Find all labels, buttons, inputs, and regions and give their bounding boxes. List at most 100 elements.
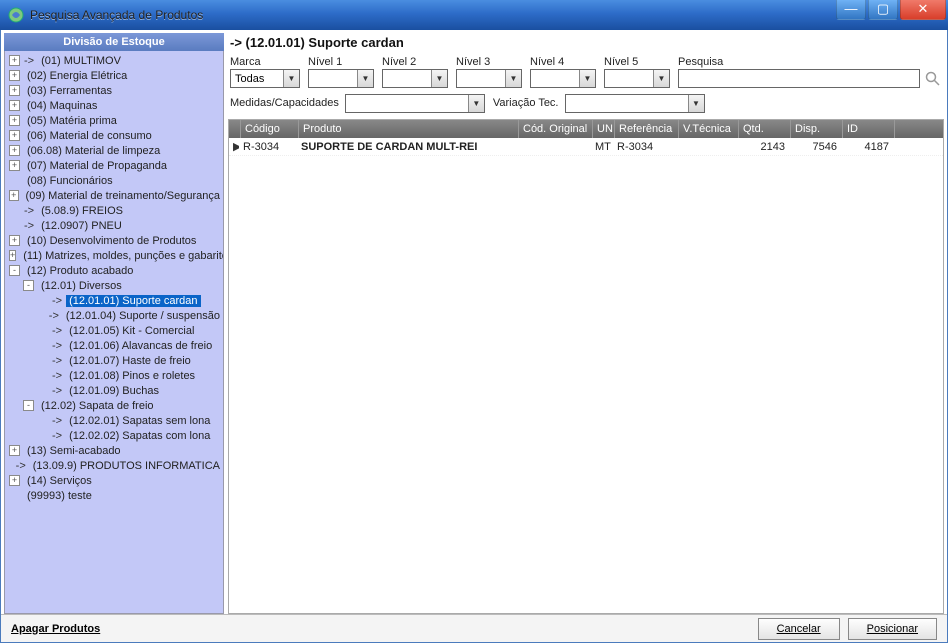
tree-item[interactable]: + (11) Matrizes, moldes, punções e gabari… [5, 248, 223, 263]
filter-row-1: Marca Todas▼ Nível 1 ▼ Nível 2 ▼ Nível 3… [228, 56, 944, 94]
tree-item-label: (12.01.08) Pinos e roletes [66, 370, 198, 382]
arrow-icon: -> [52, 430, 62, 442]
tree-item[interactable]: +(04) Maquinas [5, 98, 223, 113]
app-icon [8, 7, 24, 23]
tree-item[interactable]: + (02) Energia Elétrica [5, 68, 223, 83]
tree-item[interactable]: (99993) teste [5, 488, 223, 503]
tree-item-label: (12.01.06) Alavancas de freio [66, 340, 215, 352]
minimize-button[interactable]: — [836, 0, 866, 20]
tree-item[interactable]: +->(01) MULTIMOV [5, 53, 223, 68]
search-icon[interactable] [924, 70, 942, 88]
tree-item-label: (06.08) Material de limpeza [24, 145, 163, 157]
tree-item[interactable]: ->(12.0907) PNEU [5, 218, 223, 233]
close-button[interactable]: ✕ [900, 0, 946, 20]
tree-item-label: (13.09.9) PRODUTOS INFORMATICA [30, 460, 223, 472]
nivel5-combo[interactable]: ▼ [604, 69, 670, 88]
arrow-icon: -> [52, 370, 62, 382]
tree-item[interactable]: -(12) Produto acabado [5, 263, 223, 278]
nivel2-combo[interactable]: ▼ [382, 69, 448, 88]
cell-id: 4187 [841, 141, 893, 153]
tree-item-label: (07) Material de Propaganda [24, 160, 170, 172]
col-qtd[interactable]: Qtd. [739, 120, 791, 138]
tree-item-label: (12.02) Sapata de freio [38, 400, 157, 412]
col-referencia[interactable]: Referência [615, 120, 679, 138]
variacao-label: Variação Tec. [493, 97, 559, 109]
col-codigo[interactable]: Código [241, 120, 299, 138]
tree-item[interactable]: + (10) Desenvolvimento de Produtos [5, 233, 223, 248]
variacao-combo[interactable]: ▼ [565, 94, 705, 113]
content-panel: -> (12.01.01) Suporte cardan Marca Todas… [228, 33, 944, 614]
expand-icon[interactable]: + [9, 475, 20, 486]
col-produto[interactable]: Produto [299, 120, 519, 138]
medidas-label: Medidas/Capacidades [230, 97, 339, 109]
expand-icon[interactable]: + [9, 85, 20, 96]
tree-item[interactable]: -(12.02) Sapata de freio [5, 398, 223, 413]
expand-icon[interactable]: + [9, 115, 20, 126]
tree-item-label: (13) Semi-acabado [24, 445, 124, 457]
maximize-button[interactable]: ▢ [868, 0, 898, 20]
window-buttons: — ▢ ✕ [834, 0, 946, 20]
cancelar-button[interactable]: Cancelar [758, 618, 840, 640]
expand-icon[interactable]: + [9, 235, 20, 246]
tree-item[interactable]: ->(12.01.07) Haste de freio [5, 353, 223, 368]
grid-header: Código Produto Cód. Original UN Referênc… [229, 120, 943, 138]
nivel1-combo[interactable]: ▼ [308, 69, 374, 88]
nivel3-combo[interactable]: ▼ [456, 69, 522, 88]
cell-disp: 7546 [789, 141, 841, 153]
col-vtecnica[interactable]: V.Técnica [679, 120, 739, 138]
expand-icon[interactable]: + [9, 55, 20, 66]
grid-body[interactable]: ▶R-3034SUPORTE DE CARDAN MULT-REIMTR-303… [229, 138, 943, 613]
row-indicator-icon: ▶ [229, 140, 239, 153]
tree-item[interactable]: ->(12.02.02) Sapatas com lona [5, 428, 223, 443]
expand-icon[interactable]: + [9, 190, 19, 201]
tree-item[interactable]: + (06.08) Material de limpeza [5, 143, 223, 158]
tree-item-label: (10) Desenvolvimento de Produtos [24, 235, 199, 247]
col-original[interactable]: Cód. Original [519, 120, 593, 138]
tree-item[interactable]: +(09) Material de treinamento/Segurança [5, 188, 223, 203]
expand-icon[interactable]: + [9, 250, 16, 261]
expand-icon[interactable]: + [9, 70, 20, 81]
tree-item-label: (02) Energia Elétrica [24, 70, 130, 82]
expand-icon[interactable]: + [9, 160, 20, 171]
col-disp[interactable]: Disp. [791, 120, 843, 138]
marca-combo[interactable]: Todas▼ [230, 69, 300, 88]
chevron-down-icon: ▼ [505, 70, 521, 87]
tree-item[interactable]: + (13) Semi-acabado [5, 443, 223, 458]
expand-icon[interactable]: + [9, 145, 20, 156]
tree-item[interactable]: (08) Funcionários [5, 173, 223, 188]
tree-item[interactable]: ->(12.01.01) Suporte cardan [5, 293, 223, 308]
tree-item[interactable]: ->(12.01.04) Suporte / suspensão [5, 308, 223, 323]
grid-row[interactable]: ▶R-3034SUPORTE DE CARDAN MULT-REIMTR-303… [229, 138, 943, 156]
tree-item[interactable]: +(05) Matéria prima [5, 113, 223, 128]
col-id[interactable]: ID [843, 120, 895, 138]
tree-item[interactable]: -> (12.01.08) Pinos e roletes [5, 368, 223, 383]
tree-item[interactable]: ->(12.01.06) Alavancas de freio [5, 338, 223, 353]
expand-icon[interactable]: + [9, 130, 20, 141]
expand-icon[interactable]: + [9, 445, 20, 456]
expand-icon[interactable]: - [9, 265, 20, 276]
tree-item-label: (01) MULTIMOV [38, 55, 124, 67]
tree-item[interactable]: -(12.01) Diversos [5, 278, 223, 293]
posicionar-button[interactable]: Posicionar [848, 618, 937, 640]
tree-item[interactable]: +(14) Serviços [5, 473, 223, 488]
tree-item[interactable]: ->(12.02.01) Sapatas sem lona [5, 413, 223, 428]
tree-item-label: (11) Matrizes, moldes, punções e gabarit… [20, 250, 224, 262]
tree-item[interactable]: +(06) Material de consumo [5, 128, 223, 143]
tree-item[interactable]: ->(12.01.09) Buchas [5, 383, 223, 398]
apagar-produtos-link[interactable]: Apagar Produtos [11, 623, 100, 635]
expand-icon[interactable]: - [23, 400, 34, 411]
category-tree[interactable]: +->(01) MULTIMOV+(02) Energia Elétrica+(… [4, 51, 224, 614]
col-un[interactable]: UN [593, 120, 615, 138]
expand-icon[interactable]: - [23, 280, 34, 291]
pesquisa-input[interactable] [678, 69, 920, 88]
arrow-icon: -> [52, 325, 62, 337]
tree-item[interactable]: ->(12.01.05) Kit - Comercial [5, 323, 223, 338]
tree-item[interactable]: + (07) Material de Propaganda [5, 158, 223, 173]
tree-item[interactable]: ->(13.09.9) PRODUTOS INFORMATICA [5, 458, 223, 473]
tree-item[interactable]: +(03) Ferramentas [5, 83, 223, 98]
expand-icon[interactable]: + [9, 100, 20, 111]
chevron-down-icon: ▼ [468, 95, 484, 112]
nivel4-combo[interactable]: ▼ [530, 69, 596, 88]
medidas-combo[interactable]: ▼ [345, 94, 485, 113]
tree-item[interactable]: ->(5.08.9) FREIOS [5, 203, 223, 218]
